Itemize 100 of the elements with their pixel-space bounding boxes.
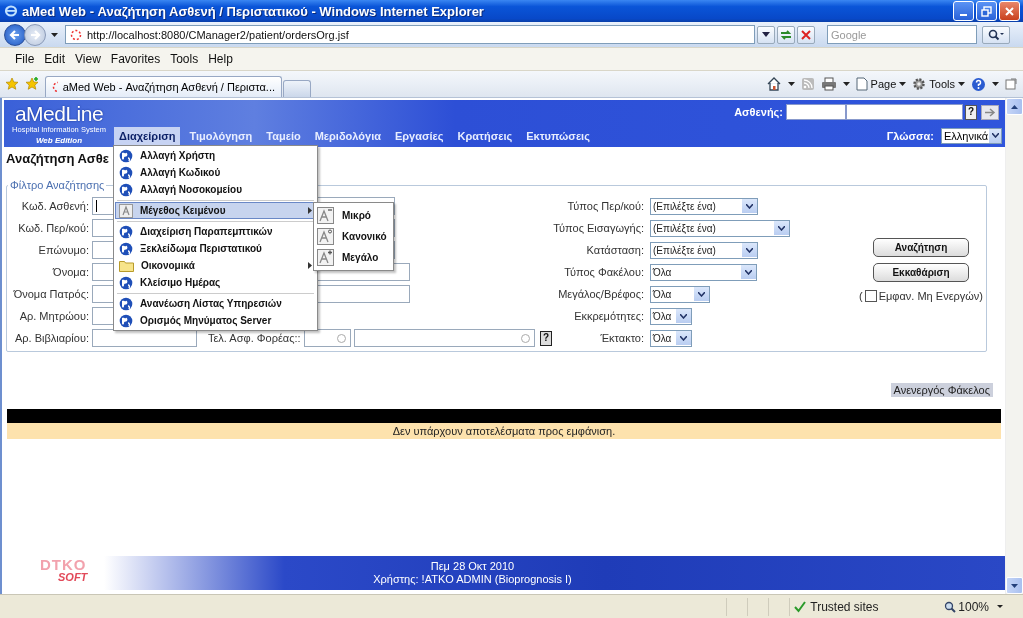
caret-icon[interactable] bbox=[787, 82, 795, 86]
field-label: Τύπος Εισαγωγής: bbox=[553, 222, 645, 234]
maximize-button[interactable] bbox=[976, 1, 997, 21]
tools-menu-button[interactable]: Tools bbox=[912, 77, 965, 91]
select-field[interactable]: (Επιλέξτε ένα) bbox=[650, 241, 758, 259]
menu-item[interactable]: Tools bbox=[165, 50, 204, 68]
page-icon bbox=[855, 77, 868, 91]
menu-item[interactable]: View bbox=[70, 50, 106, 68]
globe-icon bbox=[119, 313, 133, 328]
gear-icon bbox=[912, 77, 927, 91]
caret-icon[interactable] bbox=[992, 82, 999, 86]
checkbox[interactable] bbox=[864, 290, 877, 302]
patient-name-field[interactable] bbox=[846, 104, 963, 121]
menu-item[interactable]: Κλείσιμο Ημέρας bbox=[115, 274, 316, 291]
field-label: Αρ. Βιβλιαρίου: bbox=[14, 332, 90, 344]
close-button[interactable] bbox=[999, 1, 1020, 21]
stop-button[interactable] bbox=[797, 25, 815, 44]
caret-icon[interactable] bbox=[842, 82, 850, 86]
refresh-button[interactable] bbox=[777, 25, 795, 44]
code-field[interactable] bbox=[303, 329, 351, 347]
nav-menu-item[interactable]: Διαχείριση bbox=[114, 126, 181, 145]
select-field[interactable]: Όλα bbox=[650, 285, 710, 303]
menu-item[interactable]: Ορισμός Μηνύματος Server bbox=[115, 312, 316, 329]
stop-icon bbox=[801, 29, 811, 40]
menu-item[interactable]: Μεγάλο bbox=[314, 247, 393, 268]
add-star-icon[interactable] bbox=[25, 77, 39, 91]
scrollbar[interactable] bbox=[1005, 98, 1023, 594]
text-field[interactable] bbox=[317, 285, 410, 303]
address-field[interactable]: http://localhost:8080/CManager2/patient/ordersOrg.jsf bbox=[65, 25, 755, 44]
back-button[interactable] bbox=[4, 23, 26, 46]
app-logo: aMedLine bbox=[14, 103, 104, 125]
security-zone: Trusted sites bbox=[810, 599, 879, 614]
caret-icon bbox=[762, 32, 770, 37]
select-field[interactable]: (Επιλέξτε ένα) bbox=[650, 197, 758, 215]
select-field[interactable]: Όλα bbox=[650, 307, 692, 325]
nav-menu-item[interactable]: Εργασίες bbox=[389, 126, 449, 145]
menu-item[interactable]: Αλλαγή Νοσοκομείου bbox=[115, 181, 316, 198]
zoom-button[interactable]: 100% bbox=[944, 599, 989, 614]
home-icon[interactable] bbox=[765, 77, 782, 91]
close-icon bbox=[1004, 5, 1015, 17]
nav-menu-item[interactable]: Εκτυπώσεις bbox=[521, 126, 595, 145]
scroll-down-icon[interactable] bbox=[1011, 583, 1018, 588]
caret-icon[interactable] bbox=[997, 605, 1003, 608]
checkbox-label: Εμφαν. Μη Ενεργών) bbox=[878, 290, 984, 302]
menu-item[interactable]: Οικονομικά bbox=[115, 257, 316, 274]
menu-item[interactable]: Ξεκλείδωμα Περιστατικού bbox=[115, 240, 316, 257]
field-label: Τελ. Ασφ. Φορέας:: bbox=[207, 332, 301, 344]
research-icon[interactable] bbox=[1005, 78, 1017, 90]
patient-code-field[interactable] bbox=[786, 104, 846, 121]
submenu-arrow-icon bbox=[308, 262, 312, 269]
print-icon[interactable] bbox=[820, 77, 837, 91]
browser-logo-icon bbox=[4, 4, 18, 18]
select-field[interactable]: (Επιλέξτε ένα) bbox=[650, 219, 790, 237]
action-button[interactable]: Αναζήτηση bbox=[873, 238, 969, 257]
minimize-button[interactable] bbox=[953, 1, 974, 21]
help-button[interactable]: ? bbox=[540, 330, 552, 346]
search-button[interactable] bbox=[982, 25, 1010, 44]
menu-item[interactable]: Διαχείριση Παραπεμπτικών bbox=[115, 223, 316, 240]
nav-menu-item[interactable]: Κρατήσεις bbox=[452, 126, 518, 145]
menu-item[interactable]: Αλλαγή Κωδικού bbox=[115, 164, 316, 181]
language-select[interactable]: Ελληνικά bbox=[941, 127, 1002, 144]
language-label: Γλώσσα: bbox=[886, 129, 934, 142]
menu-item[interactable]: File bbox=[10, 50, 40, 68]
menu-item[interactable]: Edit bbox=[39, 50, 71, 68]
search-icon bbox=[988, 28, 1004, 41]
globe-icon bbox=[119, 241, 133, 256]
select-field[interactable]: Όλα bbox=[650, 329, 692, 347]
caret-icon[interactable] bbox=[51, 32, 58, 37]
menu-item[interactable]: Favorites bbox=[105, 50, 166, 68]
star-icon[interactable] bbox=[5, 77, 19, 91]
scroll-up-icon[interactable] bbox=[1011, 104, 1018, 109]
help-icon[interactable] bbox=[971, 76, 986, 92]
menu-item[interactable]: Κανονικό bbox=[314, 226, 393, 247]
help-button[interactable]: ? bbox=[965, 104, 977, 120]
loading-icon bbox=[52, 81, 58, 93]
globe-icon bbox=[119, 275, 133, 290]
nav-menu-item[interactable]: Ταμείο bbox=[261, 126, 306, 145]
menu-item[interactable]: Μέγεθος Κειμένου bbox=[115, 202, 316, 219]
field-label: Τύπος Περ/κού: bbox=[567, 200, 645, 212]
menu-item[interactable]: Help bbox=[203, 50, 238, 68]
globe-icon bbox=[119, 224, 133, 239]
arrow-icon bbox=[984, 107, 996, 117]
patient-label: Ασθενής: bbox=[734, 106, 783, 119]
nav-menu-item[interactable]: Μεριδολόγια bbox=[309, 126, 386, 145]
insurer-field[interactable] bbox=[353, 329, 536, 347]
menu-item[interactable]: Αλλαγή Χρήστη bbox=[115, 147, 316, 164]
select-field[interactable]: Όλα bbox=[650, 263, 757, 281]
menu-item[interactable]: Μικρό bbox=[314, 205, 393, 226]
go-button[interactable] bbox=[981, 104, 999, 120]
globe-icon bbox=[119, 296, 133, 311]
action-button[interactable]: Εκκαθάριση bbox=[873, 263, 969, 282]
caret-icon bbox=[958, 82, 965, 86]
search-field[interactable]: Google bbox=[827, 25, 977, 44]
page-menu-button[interactable]: Page bbox=[855, 77, 907, 91]
globe-icon bbox=[119, 165, 133, 180]
text-field[interactable] bbox=[92, 329, 197, 347]
dropdown-button[interactable] bbox=[757, 25, 775, 44]
browser-tab[interactable]: aMed Web - Αναζήτηση Ασθενή / Περιστα... bbox=[45, 76, 282, 97]
menu-item[interactable]: Ανανέωση Λίστας Υπηρεσιών bbox=[115, 295, 316, 312]
chevron-down-icon bbox=[680, 313, 687, 319]
